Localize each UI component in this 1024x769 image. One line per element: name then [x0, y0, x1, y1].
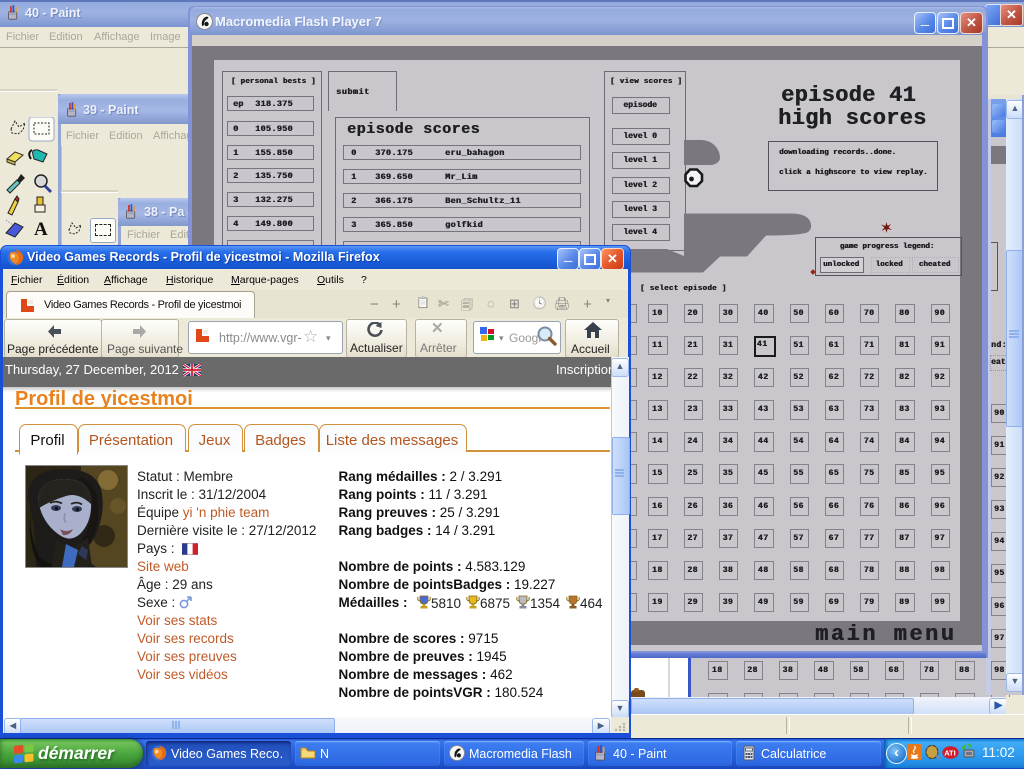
svg-text:A: A — [34, 219, 48, 240]
svg-text:ATI: ATI — [944, 749, 956, 758]
